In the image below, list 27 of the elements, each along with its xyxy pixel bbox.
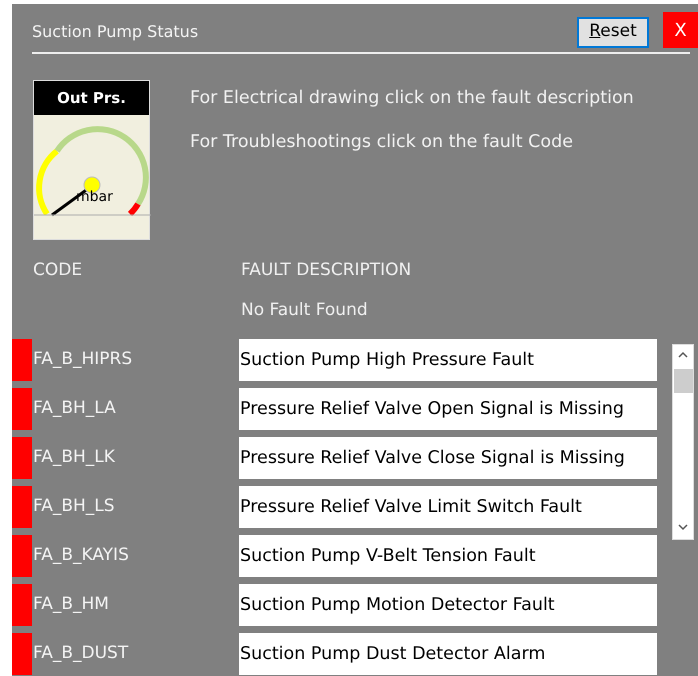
column-header: CODE bbox=[33, 259, 84, 282]
fault-description-link[interactable]: Suction Pump High Pressure Fault bbox=[239, 339, 657, 381]
column-header: FAULT DESCRIPTION bbox=[241, 259, 412, 282]
fault-description-link[interactable]: Suction Pump Motion Detector Fault bbox=[239, 584, 657, 626]
fault-code-link[interactable]: FA_B_HM bbox=[32, 592, 239, 618]
fault-code-link[interactable]: FA_B_HIPRS bbox=[32, 347, 239, 373]
scroll-down-icon[interactable] bbox=[678, 524, 688, 531]
fault-description-link[interactable]: Suction Pump Dust Detector Alarm bbox=[239, 633, 657, 675]
window-title: Suction Pump Status bbox=[32, 21, 198, 43]
gauge-title: Out Prs. bbox=[34, 81, 149, 115]
instruction-text: For Troubleshootings click on the fault Code bbox=[190, 131, 574, 154]
fault-description-link[interactable]: Suction Pump V-Belt Tension Fault bbox=[239, 535, 657, 577]
scroll-thumb[interactable] bbox=[674, 369, 693, 393]
scroll-up-icon[interactable] bbox=[678, 351, 688, 358]
fault-code-link[interactable]: FA_BH_LA bbox=[32, 396, 239, 422]
fault-description-link[interactable]: Pressure Relief Valve Close Signal is Missing bbox=[239, 437, 657, 479]
status-message: No Fault Found bbox=[240, 298, 369, 322]
fault-code-link[interactable]: FA_BH_LK bbox=[32, 445, 239, 471]
fault-description-link[interactable]: Pressure Relief Valve Open Signal is Missing bbox=[239, 388, 657, 430]
fault-code-link[interactable]: FA_BH_LS bbox=[32, 494, 239, 520]
fault-description-link[interactable]: Pressure Relief Valve Limit Switch Fault bbox=[239, 486, 657, 528]
reset-button[interactable]: Reset bbox=[577, 16, 649, 48]
fault-code-link[interactable]: FA_B_KAYIS bbox=[32, 543, 239, 569]
instruction-text: For Electrical drawing click on the fault description bbox=[190, 87, 634, 110]
scrollbar[interactable] bbox=[672, 344, 694, 540]
close-button[interactable]: X bbox=[663, 12, 698, 48]
fault-code-link[interactable]: FA_B_DUST bbox=[32, 641, 239, 667]
